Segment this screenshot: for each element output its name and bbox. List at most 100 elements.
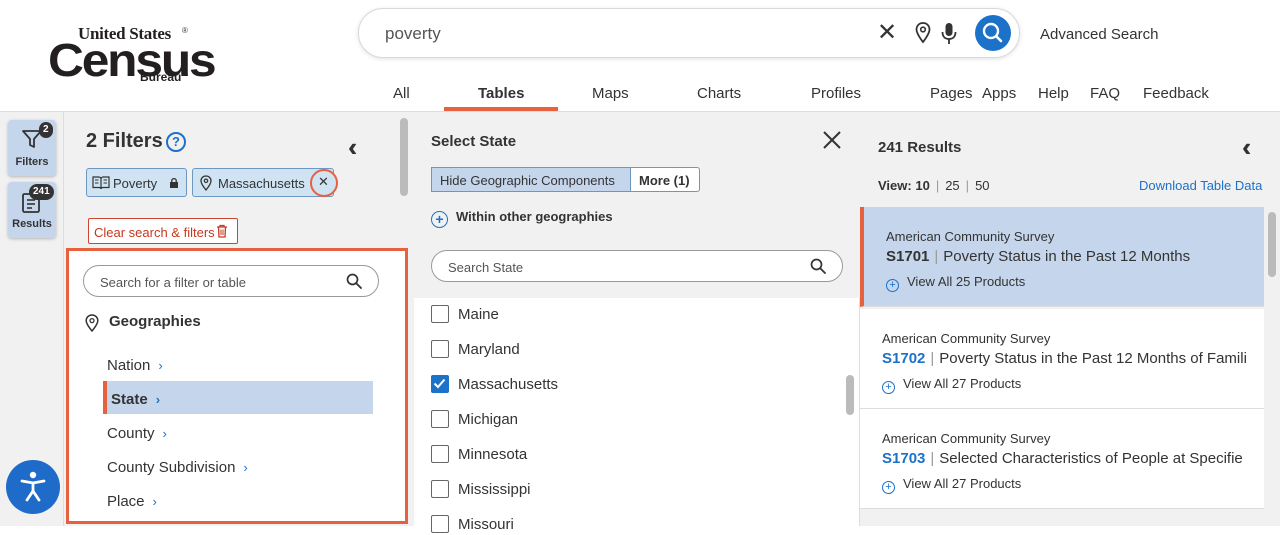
plus-circle-icon: + (882, 481, 895, 494)
chevron-right-icon: › (155, 392, 161, 407)
view-products-link[interactable]: + View All 25 Products (886, 274, 1025, 292)
book-icon (92, 176, 110, 190)
result-source: American Community Survey (886, 229, 1055, 244)
close-icon[interactable] (822, 130, 842, 150)
result-title[interactable]: S1703 | Selected Characteristics of People… (882, 450, 1262, 467)
collapse-results-icon[interactable]: ‹‹ (1242, 132, 1254, 163)
search-input[interactable]: poverty (385, 24, 441, 44)
geo-item-place[interactable]: Place › (107, 493, 157, 510)
result-code: S1702 (882, 350, 926, 367)
search-bar[interactable]: poverty ✕ (358, 8, 1020, 58)
state-name: Maryland (458, 341, 520, 358)
results-panel: 241 Results ‹‹ View: 10 | 25 | 50 Download T… (860, 112, 1280, 526)
checkbox[interactable] (431, 340, 449, 358)
state-scrollbar[interactable] (846, 375, 854, 415)
hide-geographic-components-button[interactable]: Hide Geographic Components (431, 167, 631, 192)
geo-item-nation[interactable]: Nation › (107, 357, 163, 374)
geo-item-county-subdivision[interactable]: County Subdivision › (107, 459, 248, 476)
tab-apps[interactable]: Apps (982, 85, 1016, 102)
checkbox[interactable] (431, 480, 449, 498)
geo-item-county[interactable]: County › (107, 425, 167, 442)
result-item[interactable]: American Community Survey S1702 | Poverty … (860, 309, 1264, 409)
clear-search-filters-button[interactable]: Clear search & filters (88, 218, 238, 244)
advanced-search-link[interactable]: Advanced Search (1040, 26, 1158, 43)
result-code: S1701 (886, 248, 930, 265)
filters-rail-button[interactable]: 2 Filters (8, 120, 56, 176)
state-search-placeholder: Search State (448, 260, 524, 275)
filters-rail-label: Filters (15, 156, 49, 168)
search-icon[interactable] (810, 258, 826, 274)
tab-charts[interactable]: Charts (697, 85, 741, 102)
tab-help[interactable]: Help (1038, 85, 1069, 102)
geo-item-state[interactable]: State › (111, 391, 160, 408)
results-rail-button[interactable]: 241 Results (8, 182, 56, 238)
download-table-data-link[interactable]: Download Table Data (1139, 178, 1262, 193)
lock-icon (170, 177, 178, 188)
result-source: American Community Survey (882, 431, 1051, 446)
geo-item-label: Nation (107, 357, 151, 374)
active-tab-indicator (444, 107, 558, 111)
tab-faq[interactable]: FAQ (1090, 85, 1120, 102)
chevron-right-icon: › (152, 494, 157, 509)
tab-profiles[interactable]: Profiles (811, 85, 861, 102)
accessibility-button[interactable] (6, 460, 60, 514)
result-title-text: Poverty Status in the Past 12 Months (943, 248, 1191, 265)
help-icon[interactable]: ? (166, 132, 186, 152)
tab-maps[interactable]: Maps (592, 85, 629, 102)
search-button[interactable] (975, 15, 1011, 51)
tab-pages[interactable]: Pages (930, 85, 973, 102)
geo-item-label: County (107, 425, 155, 442)
more-button[interactable]: More (1) (630, 167, 700, 192)
tab-tables[interactable]: Tables (478, 85, 524, 102)
view-products-link[interactable]: + View All 27 Products (882, 376, 1021, 394)
result-title[interactable]: S1701 | Poverty Status in the Past 12 Mont… (886, 248, 1266, 265)
state-name: Minnesota (458, 446, 528, 463)
result-item[interactable]: American Community Survey S1703 | Selected… (860, 409, 1264, 509)
collapse-filters-icon[interactable]: ‹‹ (348, 132, 360, 163)
within-other-geographies[interactable]: + Within other geographies (431, 209, 613, 228)
close-icon[interactable]: ✕ (875, 21, 899, 45)
view-option-25[interactable]: 25 (945, 178, 959, 193)
accessibility-icon (20, 471, 46, 502)
close-icon: ✕ (318, 174, 329, 189)
checkbox[interactable] (431, 515, 449, 533)
geo-item-label: County Subdivision (107, 459, 236, 476)
search-icon[interactable] (346, 273, 362, 289)
state-panel-header: Select State Hide Geographic Components … (414, 112, 860, 298)
tab-all[interactable]: All (393, 85, 410, 102)
trash-icon (217, 224, 227, 238)
microphone-icon[interactable] (941, 22, 957, 46)
tab-feedback[interactable]: Feedback (1143, 85, 1209, 102)
plus-circle-icon: + (882, 381, 895, 394)
view-option-10[interactable]: 10 (915, 178, 929, 193)
result-item[interactable]: American Community Survey S1701 | Poverty … (860, 207, 1264, 307)
view-options: View: 10 | 25 | 50 (878, 178, 990, 193)
view-products-link[interactable]: + View All 27 Products (882, 476, 1021, 494)
state-name: Mississippi (458, 481, 531, 498)
checkbox[interactable] (431, 445, 449, 463)
state-panel-title: Select State (431, 133, 517, 150)
plus-circle-icon: + (886, 279, 899, 292)
products-label: View All 25 Products (907, 274, 1026, 289)
filter-chip-poverty[interactable]: Poverty (86, 168, 187, 197)
checkbox[interactable] (431, 410, 449, 428)
filter-search-input[interactable]: Search for a filter or table (83, 265, 379, 297)
view-label: View: (878, 178, 912, 193)
checkbox[interactable] (431, 375, 449, 393)
results-scrollbar[interactable] (1268, 212, 1276, 277)
site-header: United States ® Census Bureau poverty ✕ … (0, 0, 1280, 112)
checkbox[interactable] (431, 305, 449, 323)
view-option-50[interactable]: 50 (975, 178, 989, 193)
checkmark-icon (433, 378, 446, 389)
census-logo[interactable]: United States ® Census Bureau (48, 24, 217, 88)
result-title[interactable]: S1702 | Poverty Status in the Past 12 Mont… (882, 350, 1262, 367)
result-source: American Community Survey (882, 331, 1051, 346)
more-label: More (1) (639, 173, 690, 188)
logo-line-2: Census (48, 34, 217, 86)
state-search-input[interactable]: Search State (431, 250, 843, 282)
filter-scrollbar[interactable] (400, 118, 408, 196)
hide-geo-label: Hide Geographic Components (440, 173, 615, 188)
remove-chip-button[interactable]: ✕ (310, 169, 338, 197)
location-pin-icon[interactable] (915, 22, 931, 44)
results-rail-label: Results (12, 218, 52, 230)
